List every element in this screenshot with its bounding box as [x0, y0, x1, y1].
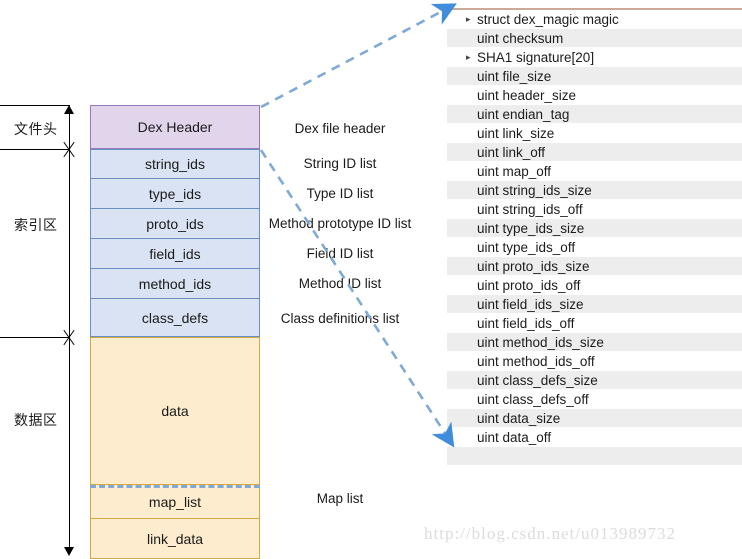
field-row[interactable]: uint field_ids_size [447, 295, 742, 314]
block-label: proto_ids [146, 215, 204, 232]
field-row[interactable]: uint class_defs_off [447, 390, 742, 409]
field-row[interactable]: uint header_size [447, 86, 742, 105]
field-row[interactable]: uint type_ids_size [447, 219, 742, 238]
desc-field-id-list: Field ID list [306, 246, 374, 261]
block-method-ids[interactable]: method_ids [90, 269, 260, 299]
block-label: class_defs [141, 309, 209, 326]
field-label: uint header_size [477, 88, 577, 103]
field-label: uint checksum [477, 31, 564, 46]
watermark-url: http://blog.csdn.net/u013989732 [424, 524, 676, 543]
block-label: method_ids [138, 275, 212, 292]
block-proto-ids[interactable]: proto_ids [90, 209, 260, 239]
field-label: uint link_size [477, 126, 555, 141]
block-label: link_data [146, 530, 204, 547]
field-label: uint data_size [477, 411, 561, 426]
field-row[interactable]: uint proto_ids_off [447, 276, 742, 295]
block-label: string_ids [145, 156, 205, 172]
field-label: uint data_off [477, 430, 552, 445]
field-row[interactable]: uint string_ids_off [447, 200, 742, 219]
desc-method-id-list: Method ID list [298, 276, 382, 291]
field-label: struct dex_magic magic [477, 12, 619, 27]
field-row[interactable]: uint map_off [447, 162, 742, 181]
field-row[interactable]: uint field_ids_off [447, 314, 742, 333]
bracket-arrow-down [64, 547, 74, 556]
field-label: uint string_ids_size [477, 183, 592, 198]
field-label: SHA1 signature[20] [477, 50, 595, 65]
desc-map-list: Map list [316, 491, 364, 506]
field-row[interactable]: uint method_ids_off [447, 352, 742, 371]
field-label: uint type_ids_off [477, 240, 576, 255]
field-label: uint endian_tag [477, 107, 570, 122]
block-label: map_list [148, 493, 202, 510]
field-row[interactable]: ▸ SHA1 signature[20] [447, 48, 742, 67]
dex-header-field-list: ▸ struct dex_magic magic uint checksum ▸ S… [447, 8, 742, 466]
field-label: uint class_defs_size [477, 373, 598, 388]
block-label: data [161, 403, 189, 419]
block-dex-header[interactable]: Dex Header [90, 105, 260, 149]
field-row[interactable]: uint string_ids_size [447, 181, 742, 200]
field-row[interactable] [447, 447, 742, 466]
field-row[interactable]: uint endian_tag [447, 105, 742, 124]
connector-arrow-top [260, 3, 457, 109]
block-class-defs[interactable]: class_defs [90, 299, 260, 337]
field-row[interactable]: uint class_defs_size [447, 371, 742, 390]
expand-triangle-icon[interactable]: ▸ [466, 10, 471, 29]
field-label: uint class_defs_off [477, 392, 589, 407]
field-row[interactable]: uint type_ids_off [447, 238, 742, 257]
field-row[interactable]: uint link_size [447, 124, 742, 143]
field-row[interactable]: uint method_ids_size [447, 333, 742, 352]
field-label: uint map_off [477, 164, 552, 179]
field-label: uint link_off [477, 145, 546, 160]
block-label: field_ids [149, 245, 201, 262]
bracket-xmark-upper [60, 140, 78, 158]
field-label: uint proto_ids_off [477, 278, 581, 293]
field-label: uint field_ids_off [477, 316, 575, 331]
block-label: Dex Header [137, 119, 213, 135]
block-map-list[interactable]: map_list [90, 485, 260, 519]
block-field-ids[interactable]: field_ids [90, 239, 260, 269]
block-data[interactable]: data [90, 337, 260, 485]
region-label-index-area: 索引区 [14, 217, 58, 233]
field-label: uint field_ids_size [477, 297, 584, 312]
block-string-ids[interactable]: string_ids [90, 149, 260, 179]
bracket-arrow-up [64, 105, 74, 114]
field-row[interactable]: uint proto_ids_size [447, 257, 742, 276]
field-row[interactable]: uint file_size [447, 67, 742, 86]
field-label: uint file_size [477, 69, 552, 84]
field-row[interactable]: uint link_off [447, 143, 742, 162]
block-label: type_ids [148, 185, 202, 202]
desc-dex-file-header: Dex file header [294, 121, 386, 136]
field-label: uint string_ids_off [477, 202, 583, 217]
field-row[interactable]: uint checksum [447, 29, 742, 48]
field-label: uint method_ids_off [477, 354, 595, 369]
bracket-xmark-lower [60, 328, 78, 346]
diagram-canvas: 文件头 索引区 数据区 Dex Header string_ids type_i… [0, 0, 742, 559]
field-row[interactable]: uint data_off [447, 428, 742, 447]
desc-type-id-list: Type ID list [306, 186, 374, 201]
expand-triangle-icon[interactable]: ▸ [466, 48, 471, 67]
map-list-divider [90, 485, 260, 488]
bracket-divider-top [0, 105, 70, 106]
field-label: uint proto_ids_size [477, 259, 590, 274]
block-type-ids[interactable]: type_ids [90, 179, 260, 209]
region-label-file-header: 文件头 [14, 121, 58, 137]
desc-class-definitions-list: Class definitions list [280, 311, 400, 326]
block-link-data[interactable]: link_data [90, 519, 260, 559]
field-row[interactable]: ▸ struct dex_magic magic [447, 10, 742, 29]
field-label: uint type_ids_size [477, 221, 585, 236]
desc-method-prototype-id-list: Method prototype ID list [268, 216, 412, 231]
field-label: uint method_ids_size [477, 335, 604, 350]
field-row[interactable]: uint data_size [447, 409, 742, 428]
desc-string-id-list: String ID list [303, 156, 377, 171]
region-label-data-area: 数据区 [14, 412, 58, 428]
